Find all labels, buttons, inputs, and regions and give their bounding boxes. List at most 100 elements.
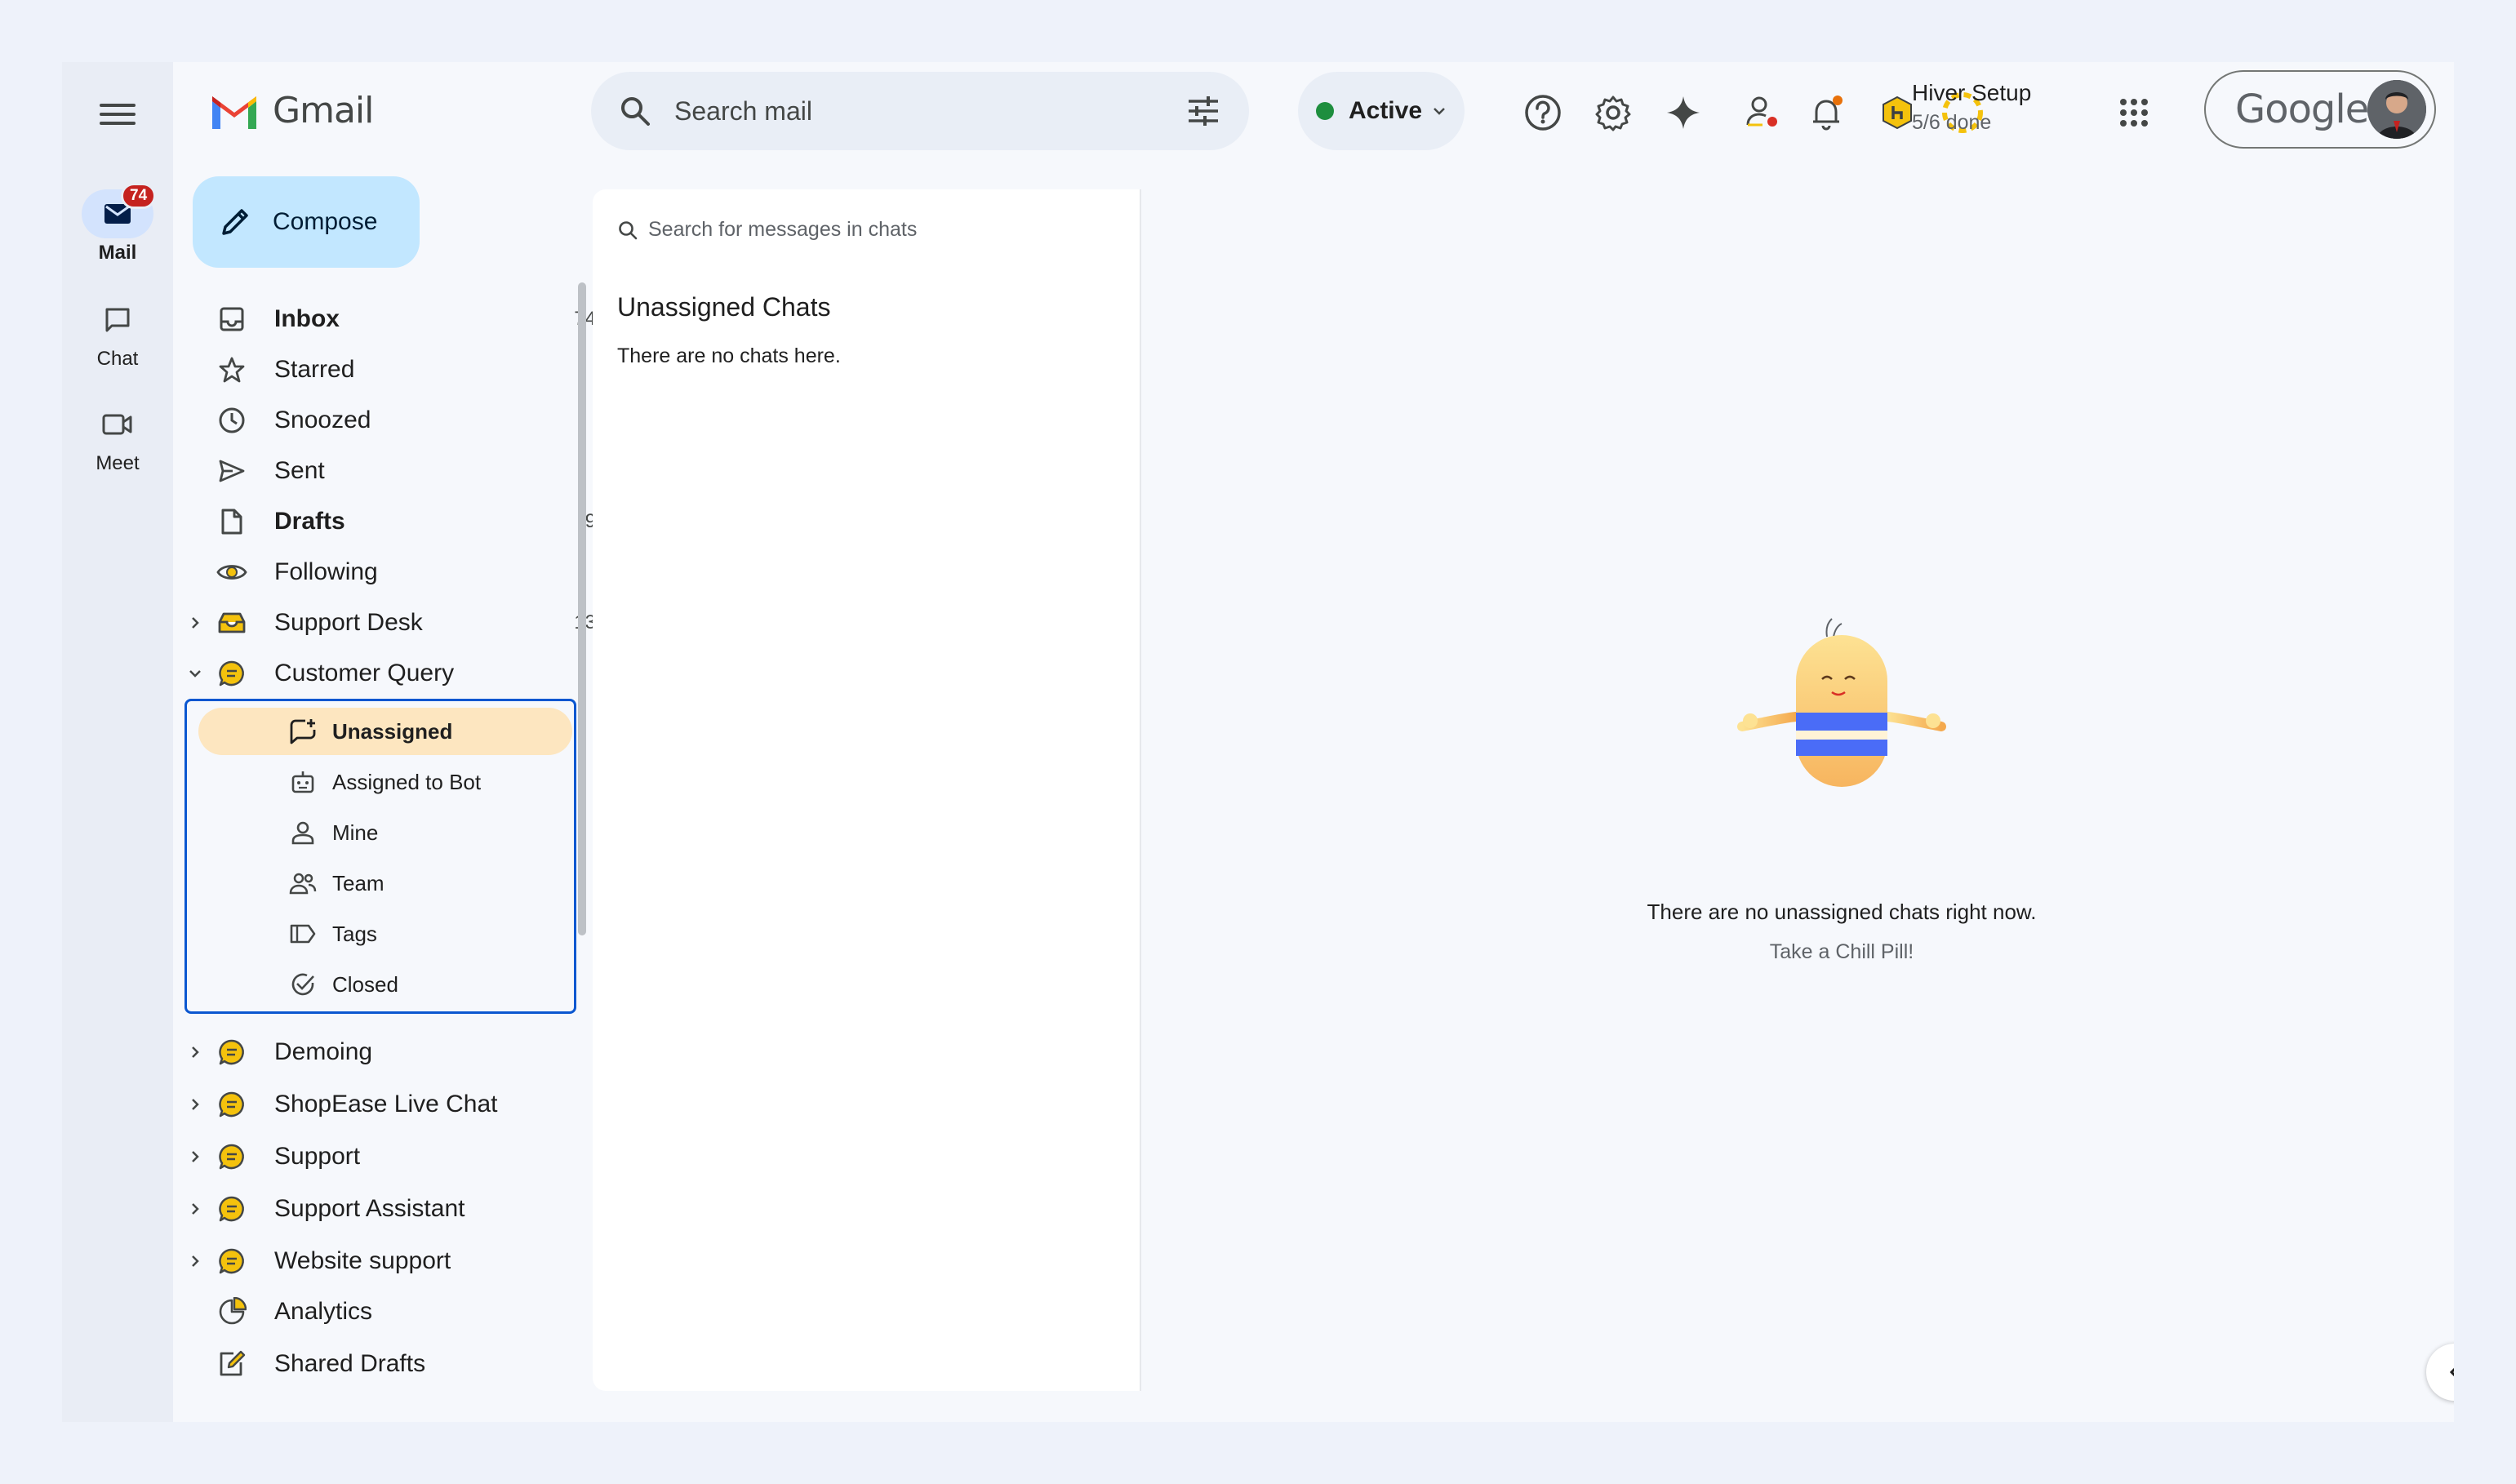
- chat-bubble-icon: [216, 1245, 248, 1277]
- chevron-down-icon[interactable]: [188, 666, 202, 681]
- video-camera-icon: [82, 400, 153, 449]
- google-wordmark: Google: [2235, 87, 2369, 132]
- chat-bubble-icon: [216, 1088, 248, 1121]
- rail-chat-label: Chat: [96, 348, 139, 370]
- mail-icon: 74: [82, 183, 157, 238]
- chat-list-panel: Unassigned Chats There are no chats here…: [593, 189, 1141, 1391]
- chat-search-input[interactable]: [647, 217, 1107, 242]
- hiver-setup-title: Hiver Setup: [1912, 80, 2032, 105]
- sidebar-item-demoing[interactable]: Demoing: [173, 1027, 630, 1077]
- chevron-down-icon: [1434, 108, 1445, 115]
- sidebar-item-inbox[interactable]: Inbox 74: [173, 294, 630, 344]
- sub-item-label: Team: [332, 870, 385, 895]
- chat-bubble-icon: [216, 1036, 248, 1069]
- side-panel-toggle-button[interactable]: [2426, 1344, 2454, 1401]
- sidebar-item-label: Customer Query: [274, 660, 455, 686]
- edit-note-icon: [216, 1348, 248, 1380]
- rail-meet[interactable]: Meet: [62, 400, 173, 475]
- sub-item-unassigned[interactable]: Unassigned: [198, 708, 572, 755]
- sub-item-team[interactable]: Team: [187, 860, 579, 907]
- sub-item-label: Closed: [332, 971, 398, 997]
- check-circle-icon: [288, 970, 318, 999]
- inbox-icon: [216, 303, 248, 335]
- search-icon[interactable]: [619, 95, 651, 127]
- sidebar-item-label: ShopEase Live Chat: [274, 1091, 498, 1117]
- rail-meet-label: Meet: [96, 452, 140, 474]
- chevron-right-icon[interactable]: [188, 1202, 202, 1216]
- mail-unread-badge: 74: [121, 183, 157, 209]
- empty-state-message: There are no unassigned chats right now.: [1647, 900, 2037, 924]
- sub-item-label: Unassigned: [332, 718, 453, 744]
- notification-bell-icon[interactable]: [1804, 90, 1850, 136]
- sidebar-item-label: Analytics: [274, 1298, 373, 1325]
- chevron-right-icon[interactable]: [188, 1254, 202, 1269]
- sidebar-item-starred[interactable]: Starred: [173, 344, 630, 395]
- chevron-right-icon[interactable]: [188, 1045, 202, 1060]
- sidebar-item-label: Starred: [274, 356, 355, 383]
- app-name: Gmail: [273, 90, 374, 131]
- search-options-icon[interactable]: [1185, 95, 1221, 127]
- sub-item-closed[interactable]: Closed: [187, 961, 579, 1008]
- sidebar-item-sent[interactable]: Sent: [173, 446, 630, 496]
- help-icon[interactable]: [1520, 90, 1566, 136]
- sidebar-scrollbar[interactable]: [578, 282, 586, 935]
- sidebar-item-label: Shared Drafts: [274, 1350, 426, 1377]
- rail-mail[interactable]: 74 Mail: [62, 183, 173, 264]
- empty-state-sub-message: Take a Chill Pill!: [1769, 940, 1914, 963]
- send-icon: [216, 455, 248, 487]
- sidebar-item-support[interactable]: Support: [173, 1131, 630, 1182]
- hiver-setup-progress[interactable]: Hiver Setup 5/6 done: [1912, 80, 2031, 135]
- gemini-sparkle-icon[interactable]: [1660, 90, 1706, 136]
- sidebar-item-label: Support Assistant: [274, 1195, 465, 1222]
- sidebar-item-customer-query[interactable]: Customer Query: [173, 648, 630, 699]
- sidebar-item-following[interactable]: Following: [173, 547, 630, 598]
- sidebar-item-support-desk[interactable]: Support Desk 13: [173, 598, 630, 648]
- star-icon: [216, 353, 248, 386]
- hiver-setup-count: 5/6 done: [1912, 111, 1992, 134]
- sidebar-item-label: Support Desk: [274, 609, 423, 636]
- customer-query-submenu: Unassigned Assigned to Bot Mine Team Tag…: [184, 699, 576, 1014]
- sidebar-item-shopease-live-chat[interactable]: ShopEase Live Chat: [173, 1079, 630, 1130]
- hiver-user-status-icon[interactable]: [1739, 90, 1785, 136]
- chevron-right-icon[interactable]: [188, 1149, 202, 1164]
- pie-chart-icon: [216, 1295, 248, 1328]
- search-input[interactable]: [673, 95, 1133, 127]
- sub-item-tags[interactable]: Tags: [187, 910, 579, 957]
- chat-list-empty-text: There are no chats here.: [617, 344, 841, 367]
- chevron-left-icon: [2449, 1367, 2454, 1377]
- main-menu-button[interactable]: [100, 98, 136, 134]
- google-account-button[interactable]: Google: [2204, 70, 2436, 149]
- sub-item-label: Mine: [332, 820, 379, 845]
- gmail-m-icon: [212, 96, 256, 129]
- status-dot: [1315, 102, 1334, 120]
- sidebar-item-analytics[interactable]: Analytics: [173, 1286, 630, 1337]
- draft-icon: [216, 505, 248, 538]
- compose-button[interactable]: Compose: [193, 176, 420, 268]
- sidebar-item-drafts[interactable]: Drafts 9: [173, 496, 630, 547]
- sidebar-item-support-assistant[interactable]: Support Assistant: [173, 1184, 630, 1234]
- sidebar-item-shared-drafts[interactable]: Shared Drafts: [173, 1339, 630, 1389]
- chat-bubble-icon: [216, 657, 248, 690]
- sidebar-item-label: Snoozed: [274, 407, 371, 433]
- sub-item-assigned-to-bot[interactable]: Assigned to Bot: [187, 758, 579, 806]
- bot-icon: [288, 767, 318, 797]
- apps-grid-icon[interactable]: [2111, 90, 2157, 136]
- search-bar: [591, 72, 1249, 150]
- sidebar-item-website-support[interactable]: Website support: [173, 1236, 630, 1286]
- sidebar-item-label: Sent: [274, 457, 325, 484]
- sidebar-item-label: Demoing: [274, 1038, 373, 1065]
- chat-bubble-icon: [216, 1140, 248, 1173]
- chevron-right-icon[interactable]: [188, 1097, 202, 1112]
- status-selector[interactable]: Active: [1298, 72, 1465, 150]
- app-window: 74 Mail Chat Meet Gmail Search mail Acti…: [62, 62, 2454, 1422]
- compose-label: Compose: [273, 208, 378, 235]
- settings-gear-icon[interactable]: [1590, 90, 1636, 136]
- sub-item-label: Tags: [332, 921, 377, 946]
- avatar: [2367, 80, 2426, 139]
- rail-chat[interactable]: Chat: [62, 295, 173, 371]
- chevron-right-icon[interactable]: [188, 615, 202, 630]
- sidebar-item-snoozed[interactable]: Snoozed: [173, 395, 630, 446]
- sidebar-item-label: Drafts: [274, 508, 345, 535]
- gmail-logo[interactable]: Gmail: [209, 90, 374, 131]
- sub-item-mine[interactable]: Mine: [187, 809, 579, 856]
